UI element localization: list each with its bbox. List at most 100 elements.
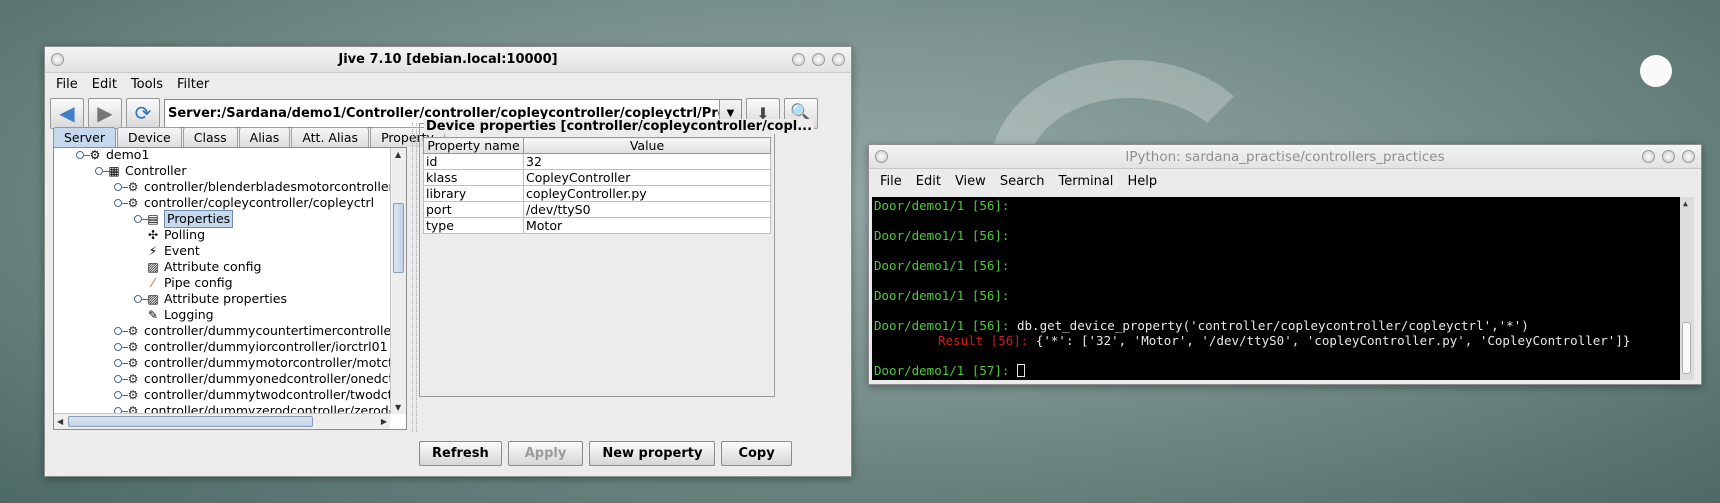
tree-item[interactable]: ▨ Attribute config (146, 259, 261, 275)
tree-expand-handle[interactable] (114, 327, 128, 335)
tree-expand-handle[interactable] (134, 295, 148, 303)
tree-expand-handle[interactable] (114, 391, 128, 399)
terminal-scrollbar[interactable]: ▲ (1680, 197, 1694, 380)
property-name-cell[interactable]: klass (423, 169, 524, 186)
device-properties-panel: Device properties [controller/copleycont… (419, 119, 815, 397)
property-value-cell[interactable]: /dev/ttyS0 (523, 201, 771, 218)
maximize-icon[interactable] (1662, 150, 1675, 163)
scroll-left-icon[interactable]: ◀ (57, 417, 63, 426)
apply-button[interactable]: Apply (507, 441, 584, 466)
column-header-property-name[interactable]: Property name (423, 137, 524, 154)
scroll-down-icon[interactable]: ▼ (395, 403, 401, 412)
tab-class[interactable]: Class (182, 127, 238, 147)
terminal-window: IPython: sardana_practise/controllers_pr… (868, 144, 1702, 385)
tree-expand-handle[interactable] (114, 183, 128, 191)
window-menu-icon[interactable] (51, 53, 64, 66)
table-row[interactable]: port/dev/ttyS0 (423, 201, 771, 218)
close-icon[interactable] (832, 53, 845, 66)
menu-terminal[interactable]: Terminal (1051, 174, 1120, 189)
window-menu-icon[interactable] (875, 150, 888, 163)
terminal-command-line: Door/demo1/1 [56]: db.get_device_propert… (874, 318, 1529, 333)
tree-item-selected[interactable]: ▤ Properties (134, 210, 234, 228)
table-row[interactable]: type Motor (423, 217, 771, 234)
device-icon: ⚙ (127, 196, 139, 210)
device-icon: ⚙ (127, 388, 139, 402)
tree-item-label: Attribute properties (164, 291, 287, 306)
tree-vscroll-thumb[interactable] (393, 203, 404, 273)
tab-alias[interactable]: Alias (238, 127, 291, 147)
tree-item[interactable]: ▦ Controller (95, 163, 187, 179)
menu-filter[interactable]: Filter (170, 77, 216, 92)
minimize-icon[interactable] (1642, 150, 1655, 163)
tree-item-label: controller/dummytwodcontroller/twodctrl0… (144, 387, 390, 402)
maximize-icon[interactable] (812, 53, 825, 66)
jive-titlebar[interactable]: Jive 7.10 [debian.local:10000] (45, 47, 851, 73)
close-icon[interactable] (1682, 150, 1695, 163)
table-row[interactable]: library copleyController.py (423, 185, 771, 202)
minimize-icon[interactable] (792, 53, 805, 66)
terminal-result-label: Result [56]: (938, 333, 1029, 348)
arrow-left-icon: ◀ (59, 101, 75, 125)
property-name-cell[interactable]: id (423, 153, 524, 170)
tree-item[interactable]: ⚙ controller/dummytwodcontroller/twodctrl… (114, 387, 390, 403)
menu-tools[interactable]: Tools (124, 77, 170, 92)
tree-expand-handle[interactable] (114, 375, 128, 383)
tree-item[interactable]: ⚙ controller/dummyiorcontroller/iorctrl01 (114, 339, 388, 355)
tree-item[interactable]: ⚙ controller/dummyonedcontroller/onedctrl… (114, 371, 390, 387)
menu-file[interactable]: File (873, 174, 909, 189)
column-header-value[interactable]: Value (523, 137, 771, 154)
scroll-right-icon[interactable]: ▶ (381, 417, 387, 426)
forward-button[interactable]: ▶ (88, 97, 122, 129)
property-name-cell[interactable]: library (423, 185, 524, 202)
tree-expand-handle[interactable] (76, 151, 90, 159)
tree-item[interactable]: ⁄ Pipe config (146, 275, 233, 291)
property-name-cell[interactable]: type (423, 217, 524, 234)
tree-item[interactable]: ▨ Attribute properties (134, 291, 287, 307)
refresh-properties-button[interactable]: Refresh (419, 441, 502, 466)
terminal-titlebar[interactable]: IPython: sardana_practise/controllers_pr… (869, 145, 1701, 169)
polling-icon: ✣ (147, 228, 159, 242)
table-row[interactable]: klass CopleyController (423, 169, 771, 186)
tree-item[interactable]: ⚡ Event (146, 243, 200, 259)
menu-help[interactable]: Help (1120, 174, 1164, 189)
tree-item[interactable]: ⚙ controller/blenderbladesmotorcontroller… (114, 179, 390, 195)
menu-file[interactable]: File (49, 77, 85, 92)
tree-item[interactable]: ✣ Polling (146, 227, 205, 243)
new-property-button[interactable]: New property (589, 441, 716, 466)
back-button[interactable]: ◀ (50, 97, 84, 129)
menu-view[interactable]: View (948, 174, 993, 189)
tab-device[interactable]: Device (117, 127, 182, 147)
tree-item[interactable]: ⚙ demo1 (76, 148, 149, 163)
tab-att-alias[interactable]: Att. Alias (291, 127, 370, 147)
tree-expand-handle[interactable] (114, 359, 128, 367)
scroll-up-icon[interactable]: ▲ (1683, 199, 1688, 208)
tree-expand-handle[interactable] (95, 167, 109, 175)
tree-expand-handle[interactable] (134, 215, 148, 223)
tree-expand-handle[interactable] (114, 343, 128, 351)
terminal-scroll-thumb[interactable] (1682, 322, 1691, 374)
tree-expand-handle[interactable] (114, 199, 128, 207)
tree-hscroll-thumb[interactable] (68, 416, 313, 427)
copy-button[interactable]: Copy (721, 441, 792, 466)
terminal-output[interactable]: Door/demo1/1 [56]: Door/demo1/1 [56]: Do… (872, 197, 1694, 380)
tab-server[interactable]: Server (53, 127, 116, 147)
menu-edit[interactable]: Edit (85, 77, 124, 92)
menu-search[interactable]: Search (993, 174, 1052, 189)
property-value-cell[interactable]: copleyController.py (523, 185, 771, 202)
property-value-cell[interactable]: CopleyController (523, 169, 771, 186)
tree-item[interactable]: ✎ Logging (146, 307, 214, 323)
tree-item[interactable]: ⚙ controller/dummycountertimercontroller/… (114, 323, 390, 339)
tree-item-label: Pipe config (164, 275, 233, 290)
menu-edit[interactable]: Edit (909, 174, 948, 189)
property-name-cell[interactable]: port (423, 201, 524, 218)
tree-item[interactable]: ⚙ controller/dummymotorcontroller/motctrl… (114, 355, 390, 371)
pane-splitter[interactable] (412, 123, 417, 432)
tree-item[interactable]: ⚙ controller/copleycontroller/copleyctrl (114, 195, 374, 211)
property-value-cell[interactable]: 32 (523, 153, 771, 170)
refresh-button[interactable]: ⟳ (126, 97, 160, 129)
property-value-cell[interactable]: Motor (523, 217, 771, 234)
tree-horizontal-scrollbar[interactable]: ◀ ▶ (54, 413, 390, 429)
scroll-up-icon[interactable]: ▲ (395, 150, 401, 159)
table-row[interactable]: id 32 (423, 153, 771, 170)
tree-vertical-scrollbar[interactable]: ▲ ▼ (390, 148, 406, 414)
